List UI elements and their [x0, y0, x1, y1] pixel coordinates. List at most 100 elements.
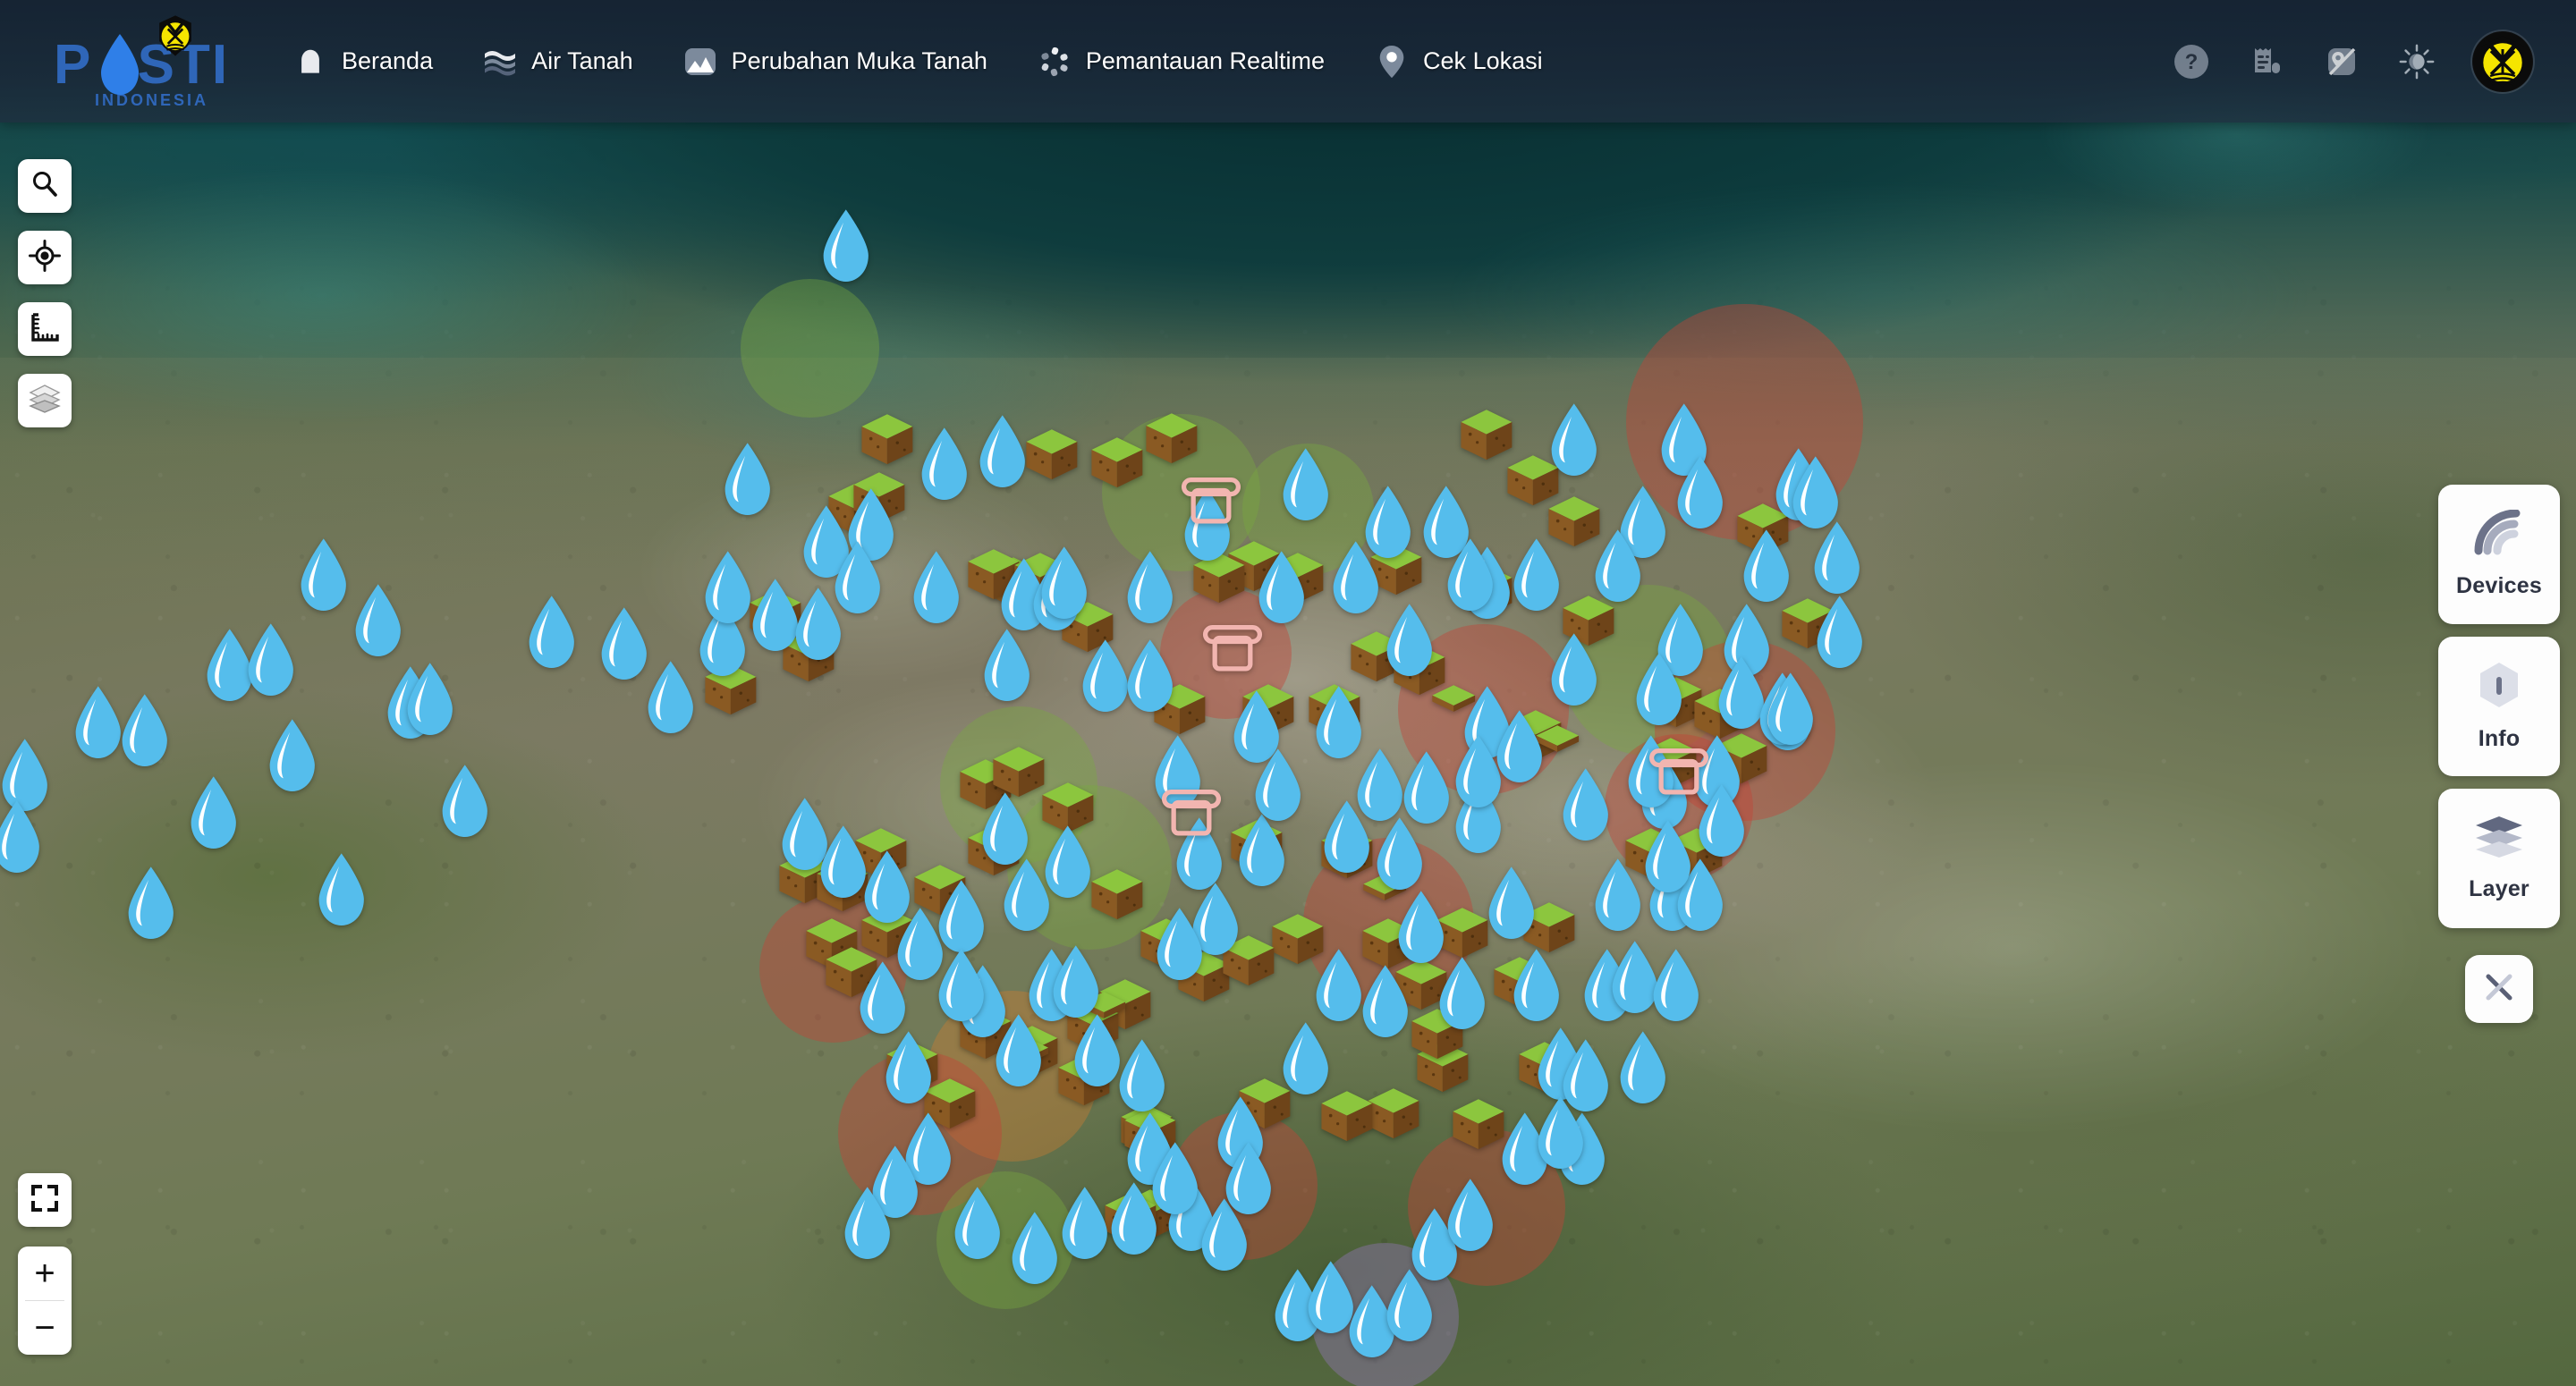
- water-drop-marker[interactable]: [1114, 1038, 1170, 1114]
- nav-item-cek-lokasi[interactable]: Cek Lokasi: [1350, 0, 1568, 123]
- water-drop-marker[interactable]: [1360, 485, 1416, 561]
- fullscreen-button[interactable]: [18, 1173, 72, 1227]
- well-gauge-marker[interactable]: [1196, 621, 1269, 676]
- water-drop-marker[interactable]: [1393, 890, 1449, 966]
- zoom-in-button[interactable]: +: [18, 1247, 72, 1300]
- well-gauge-marker[interactable]: [1642, 745, 1716, 799]
- panel-card-devices[interactable]: Devices: [2438, 485, 2560, 624]
- water-drop-marker[interactable]: [1811, 595, 1868, 671]
- land-cube-marker[interactable]: [1318, 1089, 1376, 1144]
- water-drop-marker[interactable]: [185, 775, 242, 851]
- water-drop-marker[interactable]: [949, 1186, 1005, 1262]
- brand-logo[interactable]: POSTI INDONESIA: [0, 0, 268, 123]
- panel-close-button[interactable]: [2465, 955, 2533, 1023]
- water-drop-marker[interactable]: [916, 427, 972, 503]
- nav-item-pemantauan-realtime[interactable]: Pemantauan Realtime: [1013, 0, 1350, 123]
- water-drop-marker[interactable]: [1640, 819, 1696, 895]
- water-drop-marker[interactable]: [933, 879, 989, 955]
- land-cube-marker[interactable]: [1023, 427, 1080, 482]
- land-cube-marker[interactable]: [859, 412, 916, 467]
- map-canvas[interactable]: [0, 0, 2576, 1386]
- water-drop-marker[interactable]: [1147, 1141, 1203, 1217]
- water-drop-marker[interactable]: [1434, 956, 1490, 1032]
- water-drop-marker[interactable]: [1491, 709, 1547, 785]
- water-drop-marker[interactable]: [1442, 1178, 1498, 1254]
- water-drop-marker[interactable]: [242, 622, 299, 698]
- nav-item-perubahan-muka-tanah[interactable]: Perubahan Muka Tanah: [658, 0, 1013, 123]
- measure-tool[interactable]: [18, 302, 72, 356]
- water-drop-marker[interactable]: [523, 595, 580, 671]
- water-drop-marker[interactable]: [979, 628, 1035, 704]
- water-drop-marker[interactable]: [1546, 632, 1602, 708]
- water-drop-marker[interactable]: [1039, 824, 1096, 900]
- water-drop-marker[interactable]: [313, 852, 369, 928]
- water-drop-marker[interactable]: [1442, 537, 1498, 613]
- water-drop-marker[interactable]: [1036, 545, 1092, 621]
- water-drop-marker[interactable]: [1151, 907, 1208, 983]
- water-drop-marker[interactable]: [436, 764, 493, 840]
- water-drop-marker[interactable]: [1589, 528, 1646, 604]
- water-drop-marker[interactable]: [1056, 1186, 1113, 1262]
- water-drop-marker[interactable]: [719, 442, 775, 518]
- water-drop-marker[interactable]: [264, 718, 320, 794]
- water-drop-marker[interactable]: [1253, 550, 1309, 626]
- water-drop-marker[interactable]: [1762, 672, 1818, 748]
- water-drop-marker[interactable]: [1122, 638, 1178, 714]
- basemap-tool[interactable]: [18, 374, 72, 427]
- water-drop-marker[interactable]: [1557, 767, 1614, 843]
- water-drop-marker[interactable]: [1277, 447, 1334, 523]
- water-drop-marker[interactable]: [1546, 402, 1602, 478]
- water-drop-marker[interactable]: [1233, 813, 1290, 889]
- water-drop-marker[interactable]: [1672, 455, 1728, 531]
- water-drop-marker[interactable]: [1250, 748, 1306, 824]
- water-drop-marker[interactable]: [1220, 1141, 1276, 1217]
- water-drop-marker[interactable]: [1006, 1211, 1063, 1287]
- water-drop-marker[interactable]: [1787, 455, 1843, 531]
- land-cube-marker[interactable]: [1089, 867, 1146, 922]
- water-drop-marker[interactable]: [829, 540, 886, 616]
- land-cube-marker[interactable]: [1143, 411, 1200, 466]
- water-drop-marker[interactable]: [1614, 1030, 1671, 1106]
- esdm-avatar[interactable]: [2472, 30, 2533, 92]
- panel-card-info[interactable]: Info: [2438, 637, 2560, 776]
- water-drop-marker[interactable]: [854, 960, 911, 1036]
- panel-card-layer[interactable]: Layer: [2438, 789, 2560, 928]
- land-cube-marker[interactable]: [1089, 435, 1146, 490]
- water-drop-marker[interactable]: [1371, 816, 1428, 892]
- water-drop-marker[interactable]: [839, 1186, 895, 1262]
- water-drop-marker[interactable]: [908, 550, 964, 626]
- water-drop-marker[interactable]: [1648, 948, 1704, 1024]
- locate-tool[interactable]: [18, 231, 72, 284]
- water-drop-marker[interactable]: [1631, 652, 1687, 728]
- theme-toggle-icon[interactable]: [2397, 42, 2436, 81]
- water-drop-marker[interactable]: [1277, 1021, 1334, 1097]
- water-drop-marker[interactable]: [123, 866, 179, 942]
- well-gauge-marker[interactable]: [1155, 786, 1228, 841]
- nav-item-beranda[interactable]: Beranda: [268, 0, 458, 123]
- water-drop-marker[interactable]: [1738, 528, 1794, 604]
- water-drop-marker[interactable]: [402, 662, 458, 738]
- water-drop-marker[interactable]: [1398, 750, 1454, 826]
- water-drop-marker[interactable]: [1557, 1038, 1614, 1114]
- zoom-out-button[interactable]: −: [18, 1301, 72, 1355]
- map-zone-green[interactable]: [741, 279, 879, 418]
- water-drop-marker[interactable]: [974, 414, 1030, 490]
- water-drop-marker[interactable]: [818, 208, 874, 284]
- water-drop-marker[interactable]: [880, 1030, 936, 1106]
- water-drop-marker[interactable]: [642, 660, 699, 736]
- water-drop-marker[interactable]: [350, 583, 406, 659]
- nav-item-air-tanah[interactable]: Air Tanah: [458, 0, 658, 123]
- water-drop-marker[interactable]: [1809, 520, 1865, 596]
- water-drop-marker[interactable]: [1508, 948, 1564, 1024]
- water-drop-marker[interactable]: [1483, 866, 1539, 942]
- report-icon[interactable]: [2247, 42, 2286, 81]
- map-off-icon[interactable]: [2322, 42, 2361, 81]
- well-gauge-marker[interactable]: [1174, 474, 1248, 528]
- water-drop-marker[interactable]: [1381, 603, 1437, 679]
- water-drop-marker[interactable]: [1508, 537, 1564, 613]
- water-drop-marker[interactable]: [295, 537, 352, 613]
- water-drop-marker[interactable]: [1047, 944, 1104, 1020]
- water-drop-marker[interactable]: [116, 693, 173, 769]
- water-drop-marker[interactable]: [1357, 964, 1413, 1040]
- water-drop-marker[interactable]: [977, 791, 1033, 867]
